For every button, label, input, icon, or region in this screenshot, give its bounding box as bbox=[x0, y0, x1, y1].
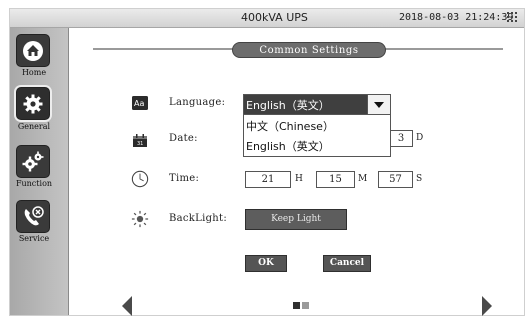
clock-icon bbox=[131, 170, 149, 188]
section-title-text: Common Settings bbox=[259, 44, 359, 56]
language-option-english[interactable]: English（英文） bbox=[246, 138, 330, 154]
backlight-mode-button[interactable]: Keep Light bbox=[245, 209, 347, 230]
phone-icon bbox=[24, 205, 44, 225]
ok-button[interactable]: OK bbox=[245, 255, 287, 272]
sidebar-item-general-label: General bbox=[17, 122, 51, 131]
time-second-unit: S bbox=[416, 174, 423, 184]
time-minute-unit: M bbox=[358, 174, 368, 184]
time-hour-unit: H bbox=[295, 174, 303, 184]
network-icon bbox=[507, 12, 519, 24]
sidebar-item-function-label: Function bbox=[15, 179, 53, 188]
ups-screen: 400kVA UPS 2018-08-03 21:24:39 Home Gene… bbox=[9, 8, 525, 316]
time-second-field[interactable]: 57 bbox=[378, 171, 413, 188]
sidebar-item-service-label: Service bbox=[18, 234, 50, 243]
sidebar: Home General Function Service bbox=[10, 28, 69, 315]
chevron-down-icon[interactable] bbox=[367, 95, 390, 114]
svg-text:31: 31 bbox=[137, 141, 143, 147]
date-day-unit: D bbox=[416, 133, 424, 143]
page-indicator-1 bbox=[293, 302, 300, 309]
date-day-field[interactable]: 3 bbox=[389, 130, 413, 147]
gears-icon bbox=[22, 151, 44, 171]
language-dropdown: 中文（Chinese） English（英文） bbox=[243, 114, 391, 157]
device-model: 400kVA UPS bbox=[241, 11, 308, 24]
sidebar-item-general[interactable] bbox=[16, 87, 50, 120]
language-icon: Aa bbox=[131, 94, 149, 112]
settings-panel: Common Settings Aa Language: English（英文）… bbox=[69, 28, 524, 317]
page-indicator-2 bbox=[302, 302, 309, 309]
calendar-icon: 31 bbox=[131, 132, 149, 150]
time-minute-field[interactable]: 15 bbox=[316, 171, 355, 188]
sidebar-item-function[interactable] bbox=[16, 145, 50, 178]
sidebar-item-service[interactable] bbox=[16, 200, 50, 233]
backlight-label: BackLight: bbox=[169, 213, 228, 224]
language-selected-value: English（英文） bbox=[246, 99, 330, 112]
sun-icon bbox=[131, 210, 149, 228]
sidebar-item-home-label: Home bbox=[21, 68, 47, 77]
previous-page-arrow-icon[interactable] bbox=[120, 295, 134, 317]
status-bar: 400kVA UPS 2018-08-03 21:24:39 bbox=[10, 9, 524, 28]
section-title: Common Settings bbox=[232, 42, 386, 58]
time-hour-field[interactable]: 21 bbox=[245, 171, 291, 188]
language-option-chinese[interactable]: 中文（Chinese） bbox=[246, 118, 334, 134]
next-page-arrow-icon[interactable] bbox=[480, 295, 494, 317]
svg-text:Aa: Aa bbox=[134, 99, 144, 108]
home-icon bbox=[23, 40, 43, 61]
date-label: Date: bbox=[169, 133, 198, 144]
time-label: Time: bbox=[169, 173, 200, 184]
system-clock: 2018-08-03 21:24:39 bbox=[399, 12, 514, 23]
cancel-button[interactable]: Cancel bbox=[323, 255, 371, 272]
language-select[interactable]: English（英文） bbox=[243, 94, 391, 115]
sidebar-item-home[interactable] bbox=[16, 34, 50, 67]
gear-icon bbox=[23, 94, 43, 113]
language-label: Language: bbox=[169, 97, 226, 108]
